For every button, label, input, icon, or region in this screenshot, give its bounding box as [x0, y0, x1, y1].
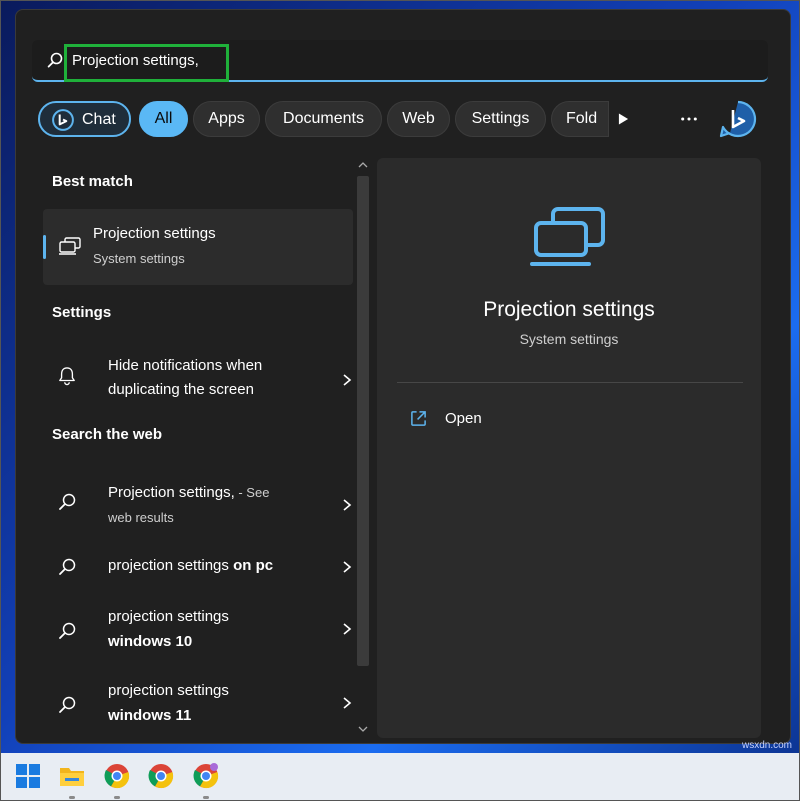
best-match-title: Projection settings — [93, 225, 216, 242]
search-icon — [47, 52, 63, 68]
web-result-prefix: projection settings — [108, 557, 234, 574]
more-icon[interactable] — [680, 116, 698, 122]
scroll-down-icon[interactable] — [358, 726, 368, 732]
preview-pane: Projection settings System settings Open — [377, 158, 761, 738]
web-result-line1: projection settings — [108, 608, 229, 625]
scroll-up-icon[interactable] — [358, 162, 368, 168]
filter-chat-label: Chat — [82, 111, 116, 128]
chrome-icon[interactable] — [148, 763, 174, 789]
settings-result-line2: duplicating the screen — [108, 381, 254, 398]
bell-icon — [59, 367, 75, 386]
filter-apps-label: Apps — [208, 110, 245, 127]
projection-icon — [530, 207, 605, 266]
web-result-title: projection settings on pc — [108, 557, 273, 574]
bing-icon — [52, 109, 74, 131]
filter-web[interactable]: Web — [387, 101, 450, 137]
scrollbar-thumb[interactable] — [357, 176, 369, 666]
open-label: Open — [445, 410, 482, 427]
windows-start-icon[interactable] — [15, 763, 41, 789]
filter-web-label: Web — [402, 110, 435, 127]
search-icon — [59, 493, 76, 510]
web-result-item[interactable]: projection settings on pc — [43, 542, 353, 592]
filter-documents-label: Documents — [283, 110, 364, 127]
bing-chat-icon[interactable] — [718, 99, 758, 139]
filter-apps[interactable]: Apps — [193, 101, 260, 137]
filter-folders[interactable]: Fold — [551, 101, 609, 137]
web-result-query: Projection settings, — [108, 484, 235, 501]
results-list: Best match Projection settings System se… — [32, 150, 362, 740]
web-result-title: Projection settings, - See — [108, 484, 269, 501]
running-indicator — [69, 796, 75, 799]
play-icon[interactable] — [618, 112, 629, 126]
settings-result-line1: Hide notifications when — [108, 357, 263, 374]
filter-chat[interactable]: Chat — [38, 101, 131, 137]
best-match-item[interactable]: Projection settings System settings — [43, 209, 353, 285]
settings-heading: Settings — [52, 304, 112, 321]
watermark: wsxdn.com — [741, 740, 792, 751]
search-web-heading: Search the web — [52, 426, 163, 443]
filter-all-label: All — [154, 110, 173, 127]
web-result-bold: on pc — [233, 557, 274, 574]
preview-subtitle: System settings — [519, 331, 619, 347]
open-action[interactable]: Open — [410, 408, 610, 432]
running-indicator — [203, 796, 209, 799]
settings-result-item[interactable]: Hide notifications when duplicating the … — [43, 345, 353, 405]
desktop: Projection settings, Chat All Apps Docum… — [0, 0, 800, 801]
filter-bar: Chat All Apps Documents Web Settings Fol… — [38, 99, 768, 139]
filter-documents[interactable]: Documents — [265, 101, 382, 137]
chrome-icon[interactable] — [104, 763, 130, 789]
selection-indicator — [43, 235, 46, 259]
chrome-icon[interactable] — [193, 763, 219, 789]
web-result-line2: windows 11 — [108, 707, 192, 724]
projection-icon — [59, 237, 81, 255]
web-result-subline: web results — [108, 510, 174, 525]
filter-settings-label: Settings — [471, 110, 530, 127]
search-icon — [59, 558, 76, 575]
best-match-heading: Best match — [52, 173, 133, 190]
web-result-line2: windows 10 — [108, 633, 193, 650]
web-result-item[interactable]: projection settings windows 11 — [43, 676, 353, 736]
web-result-suffix: - See — [234, 485, 270, 500]
file-explorer-icon[interactable] — [59, 763, 85, 789]
search-panel: Projection settings, Chat All Apps Docum… — [15, 9, 791, 744]
preview-divider — [397, 382, 743, 383]
filter-settings[interactable]: Settings — [455, 101, 546, 137]
filter-folders-label: Fold — [566, 110, 598, 127]
search-icon — [59, 622, 76, 639]
web-result-line1: projection settings — [108, 682, 229, 699]
results-scrollbar[interactable] — [352, 158, 372, 738]
search-icon — [59, 696, 76, 713]
filter-all[interactable]: All — [139, 101, 188, 137]
preview-title: Projection settings — [483, 298, 655, 321]
taskbar — [0, 753, 800, 801]
highlight-box — [64, 44, 229, 82]
web-result-item[interactable]: projection settings windows 10 — [43, 602, 353, 662]
open-external-icon — [411, 411, 426, 426]
best-match-subtitle: System settings — [93, 251, 185, 266]
running-indicator — [114, 796, 120, 799]
web-result-item[interactable]: Projection settings, - See web results — [43, 468, 353, 528]
